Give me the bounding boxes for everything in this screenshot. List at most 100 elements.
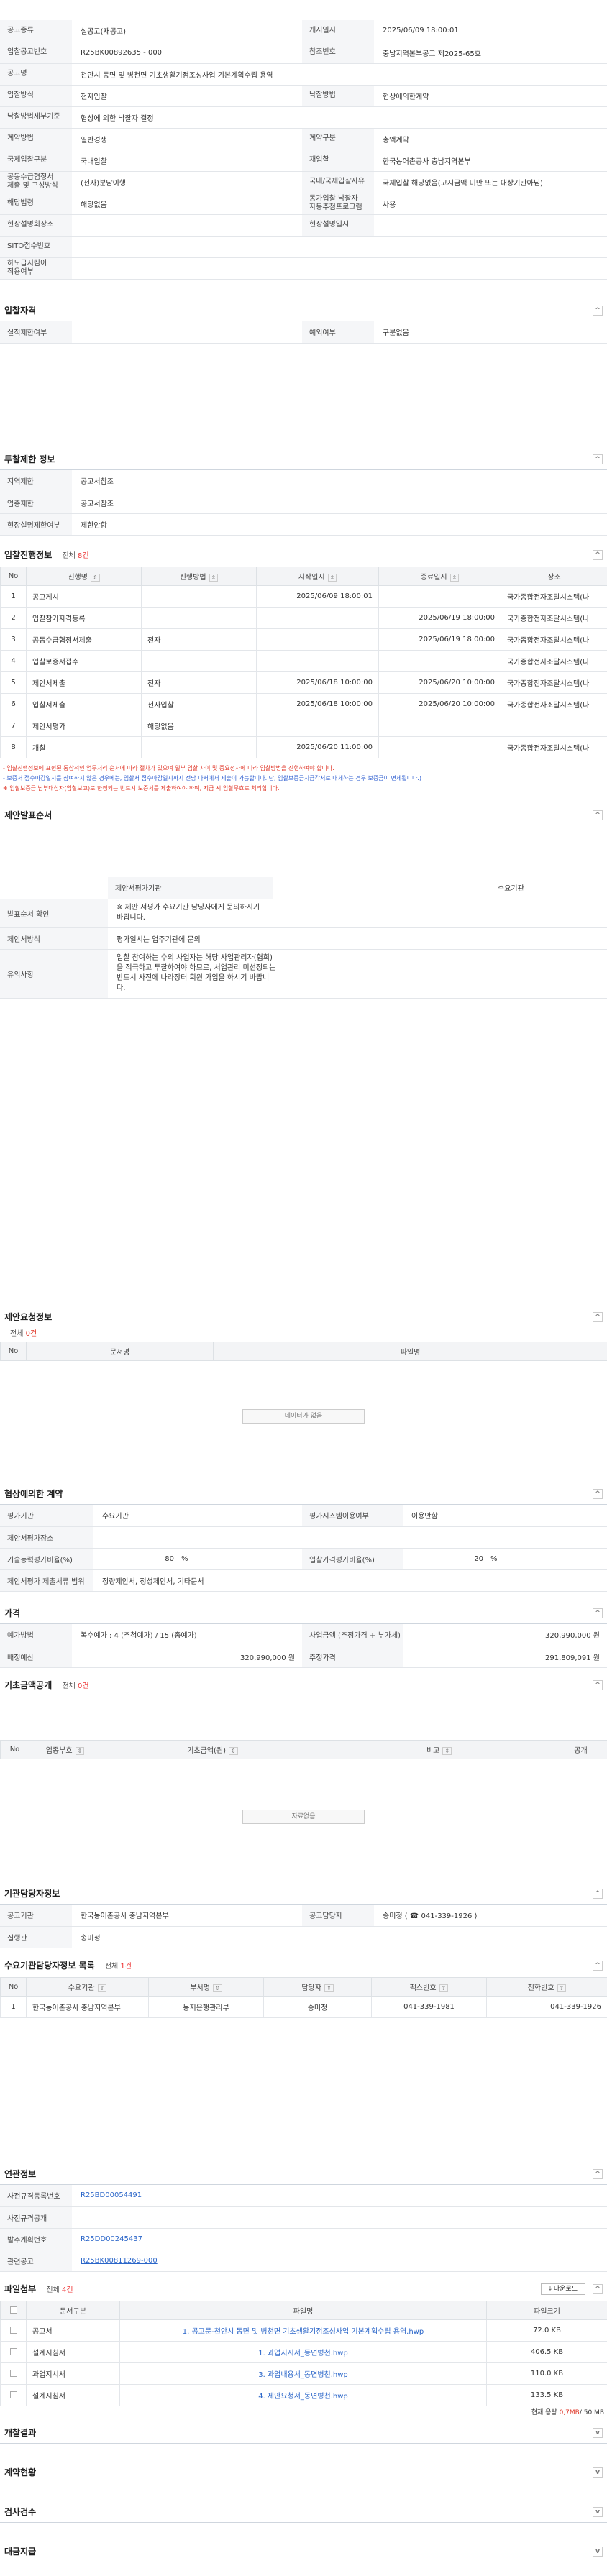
contract-title: 기관담당자정보 ^ [0, 1884, 607, 1904]
related-link: R25BD00054491 [81, 2191, 142, 2200]
table-row: 3 공동수급협정서제출 전자 2025/06/19 18:00:00 국가종합전자조달시… [0, 628, 607, 651]
file-link: 1. 공고문-천안시 동면 및 병천면 기초생활기점조성사업 기본계획수립 용역… [182, 2328, 424, 2336]
sort-icon: ⇕ [327, 574, 337, 582]
file-link: 3. 과업내용서_동면병천.hwp [258, 2371, 348, 2379]
region-title: 투찰제한 정보 ^ [0, 449, 607, 469]
sort-icon: ⇕ [209, 574, 219, 582]
negotiation-row: 제안서평가 제출서류 범위 정량제안서, 정성제안서, 기타문서 [0, 1569, 607, 1592]
basic-row: 국제입찰구분 국내입찰 재입찰 한국농어촌공사 충남지역본부 [0, 150, 607, 172]
file-row: 설계지침서 4. 제안요청서_동면병천.hwp 133.5 KB [0, 2384, 607, 2406]
contract-table: 공고기관 한국농어촌공사 충남지역본부 공고담당자 송미정 ( ☎ 041-33… [0, 1905, 607, 1948]
sort-icon: ⇕ [557, 1984, 567, 1992]
sort-icon: ⇕ [324, 1984, 334, 1992]
collapse-icon[interactable]: ^ [593, 550, 603, 560]
proposal-table: 제안서평가기관 수요기관 발표순서 확인 ※ 제안 서평가 수요기관 담당자에게… [0, 877, 607, 999]
sort-icon: ⇕ [442, 1747, 452, 1755]
bid-qual-title: 입찰자격 ^ [0, 301, 607, 321]
basis-nodata: 자료없음 [242, 1810, 365, 1824]
table-row: 2 입찰참가자격등록 2025/06/19 18:00:00 국가종합전자조달시스템(… [0, 607, 607, 629]
price-title: 가격 ^ [0, 1603, 607, 1623]
table-row: 1 한국농어촌공사 충남지역본부 농지은행관리부 송미정 041-339-1981 041… [0, 1996, 607, 2018]
inspection-title: 검사검수 v [0, 2502, 607, 2522]
progress-title: 입찰진행정보 전체 8건 ^ [0, 545, 607, 565]
expand-icon[interactable]: v [593, 2547, 603, 2557]
basic-row: 계약방법 일반경쟁 계약구분 총액계약 [0, 128, 607, 150]
collapse-icon[interactable]: ^ [593, 810, 603, 820]
basis-table: No 업종부호 ⇕ 기초금액(원) ⇕ 비고 ⇕ 공개 [0, 1740, 607, 1759]
related-link: R25BK00811269-000 [81, 2256, 158, 2265]
collapse-icon[interactable]: ^ [593, 454, 603, 464]
sort-icon: ⇕ [449, 574, 460, 582]
collapse-icon[interactable]: ^ [593, 1889, 603, 1899]
collapse-icon[interactable]: ^ [593, 1961, 603, 1971]
collapse-icon[interactable]: ^ [593, 2169, 603, 2179]
region-table: 지역제한 공고서참조 업종제한 공고서참조 현장설명제한여부 제한안함 [0, 470, 607, 536]
collapse-icon[interactable]: ^ [593, 1312, 603, 1322]
sort-icon: ⇕ [97, 1984, 107, 1992]
collapse-icon[interactable]: ^ [593, 1489, 603, 1499]
sort-icon: ⇕ [212, 1984, 222, 1992]
collapse-icon[interactable]: ^ [593, 1680, 603, 1690]
file-row: 공고서 1. 공고문-천안시 동면 및 병천면 기초생활기점조성사업 기본계획수립… [0, 2319, 607, 2342]
link-table: 사전규격등록번호 R25BD00054491 사전규격공개 발주계획번호 R25DD00… [0, 2185, 607, 2272]
download-button[interactable]: ⤓ 다운로드 [541, 2283, 585, 2295]
table-row: 4 입찰보증서접수 국가종합전자조달시스템(나 [0, 650, 607, 672]
basic-row: 해당법령 해당없음 동가입찰 낙찰자 자동추첨프로그램 사용 [0, 193, 607, 215]
proposal-title: 제안발표순서 ^ [0, 805, 607, 825]
files-title: 파일첨부 전체 4건 ⤓ 다운로드 ^ [0, 2279, 607, 2299]
region-row: 현장설명제한여부 제한안함 [0, 513, 607, 536]
file-checkbox [9, 2391, 17, 2398]
table-row: 6 입찰서제출 전자입찰 2025/06/18 10:00:00 2025/06/20 … [0, 693, 607, 715]
negotiation-title: 협상에의한 계약 ^ [0, 1484, 607, 1504]
payment-title: 대금지급 v [0, 2541, 607, 2562]
basic-row: SITO접수번호 [0, 236, 607, 258]
basic-row: 낙찰방법세부기준 협상에 의한 낙찰자 결정 [0, 106, 607, 129]
file-checkbox [9, 2327, 17, 2334]
download-icon: ⤓ [549, 2286, 552, 2293]
file-row: 설계지침서 1. 과업지시서_동면병천.hwp 406.5 KB [0, 2341, 607, 2363]
demand-table: No 수요기관 ⇕ 부서명 ⇕ 담당자 ⇕ 팩스번호 ⇕ 전화번호 ⇕ 1 한국농어촌공사 충남지역본… [0, 1977, 607, 2018]
files-table: 문서구분 파일명 파일크기 공고서 1. 공고문-천안시 동면 및 병천면 기초생… [0, 2301, 607, 2406]
negotiation-row: 기술능력평가비율(%) 80% 입찰가격평가비율(%) 20% [0, 1548, 607, 1570]
request-title: 제안요청정보 ^ [0, 1307, 607, 1327]
collapse-icon[interactable]: ^ [593, 1608, 603, 1618]
table-row: 8 개찰 2025/06/20 11:00:00 국가종합전자조달시스템(나 [0, 736, 607, 758]
basic-row: 공고종류 실공고(재공고) 게시일시 2025/06/09 18:00:01 [0, 20, 607, 42]
table-row: 5 제안서제출 전자 2025/06/18 10:00:00 2025/06/20 10… [0, 671, 607, 694]
file-checkbox [9, 2348, 17, 2355]
progress-notes: - 입찰진행정보에 표현된 통상적인 업무처리 순서에 따라 절차가 있으며 일… [3, 765, 421, 792]
file-link: 1. 과업지시서_동면병천.hwp [258, 2350, 348, 2357]
contract-status-title: 계약현황 v [0, 2462, 607, 2483]
related-link: R25DD00245437 [81, 2234, 142, 2243]
basic-row: 입찰공고번호 R25BK00892635 - 000 참조번호 충남지역본부공고 제2… [0, 42, 607, 64]
collapse-icon[interactable]: ^ [593, 2284, 603, 2294]
negotiation-table: 평가기관 수요기관 평가시스템이용여부 이용안함 제안서평가장소 기술능력평가비율(%) 8… [0, 1505, 607, 1592]
negotiation-row: 평가기관 수요기관 평가시스템이용여부 이용안함 [0, 1505, 607, 1527]
sort-icon: ⇕ [229, 1747, 238, 1755]
basic-info-table: 공고종류 실공고(재공고) 게시일시 2025/06/09 18:00:01 입찰공고번… [0, 20, 607, 280]
collapse-icon[interactable]: ^ [593, 306, 603, 316]
file-checkbox [9, 2370, 17, 2377]
expand-icon[interactable]: v [593, 2507, 603, 2517]
link-row: 발주계획번호 R25DD00245437 [0, 2228, 607, 2250]
basic-row: 공고명 천안시 동면 및 병천면 기초생활기점조성사업 기본계획수립 용역 [0, 63, 607, 86]
link-row: 사전규격공개 [0, 2206, 607, 2229]
sort-icon: ⇕ [439, 1984, 449, 1992]
demand-title: 수요기관담당자정보 목록 전체 1건 ^ [0, 1956, 607, 1976]
progress-table: No 진행명 ⇕ 진행방법 ⇕ 시작일시 ⇕ 종료일시 ⇕ 장소 1 공고게시 2025/06/09 … [0, 567, 607, 758]
region-row: 업종제한 공고서참조 [0, 492, 607, 514]
select-all-checkbox [9, 2306, 17, 2314]
file-link: 4. 제안요청서_동면병천.hwp [258, 2393, 348, 2401]
basic-row: 공동수급협정서 제출 및 구성방식 (전자)분담이행 국내/국제입찰사유 국제입찰 해… [0, 171, 607, 193]
basic-row: 현장설명회장소 현장설명일시 [0, 214, 607, 237]
sort-icon: ⇕ [90, 574, 100, 582]
expand-icon[interactable]: v [593, 2467, 603, 2478]
negotiation-row: 제안서평가장소 [0, 1526, 607, 1549]
link-title: 연관정보 ^ [0, 2164, 607, 2184]
link-row: 사전규격등록번호 R25BD00054491 [0, 2185, 607, 2207]
expand-icon[interactable]: v [593, 2428, 603, 2438]
sort-icon: ⇕ [75, 1747, 85, 1755]
result-title: 개찰결과 v [0, 2423, 607, 2443]
region-row: 지역제한 공고서참조 [0, 470, 607, 492]
basis-title: 기초금액공개 전체 0건 ^ [0, 1675, 607, 1695]
